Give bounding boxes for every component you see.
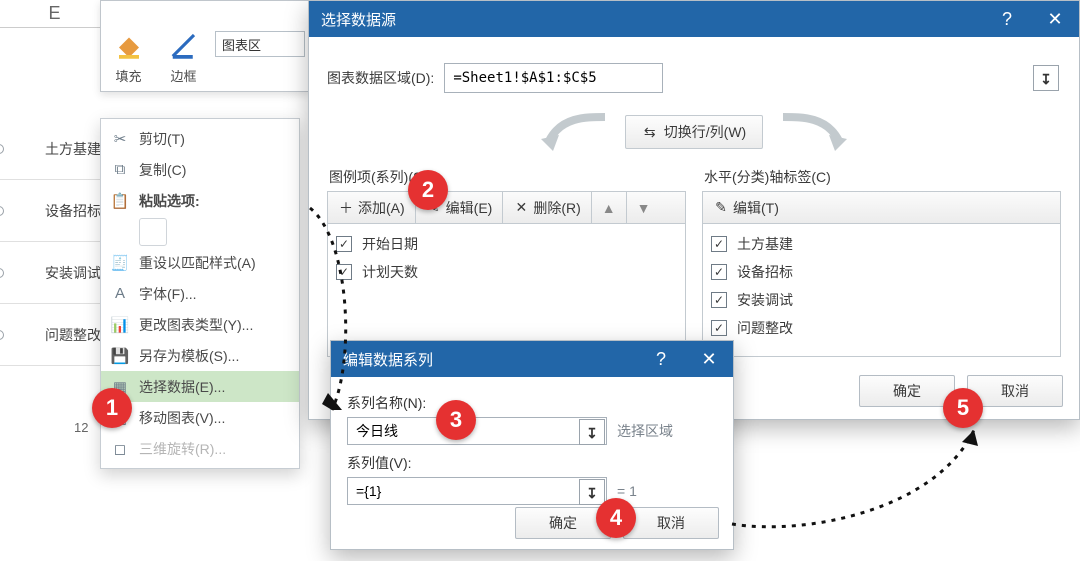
- row-number: 12: [74, 420, 88, 435]
- remove-icon: ✕: [513, 200, 529, 216]
- chart-area-dropdown[interactable]: 图表区: [215, 31, 305, 57]
- help-button[interactable]: ?: [637, 341, 685, 377]
- checkbox[interactable]: [336, 264, 352, 280]
- ctx-paste-options: 📋 粘贴选项:: [101, 185, 299, 216]
- dialog-titlebar[interactable]: 选择数据源 ? ✕: [309, 1, 1079, 37]
- chart-area-label: 图表区: [222, 35, 261, 54]
- checkbox[interactable]: [711, 264, 727, 280]
- cube-icon: ◻: [111, 440, 129, 458]
- border-button[interactable]: 边框: [156, 1, 211, 91]
- chevron-up-icon: ▲: [602, 200, 616, 216]
- series-toolbar: ＋添加(A) ✎编辑(E) ✕删除(R) ▲ ▼: [327, 191, 686, 223]
- clipboard-icon: 📋: [111, 192, 129, 210]
- ctx-paste-blank[interactable]: [101, 216, 299, 247]
- scissors-icon: ✂: [111, 130, 129, 148]
- ctx-reset-style[interactable]: 🧾 重设以匹配样式(A): [101, 247, 299, 278]
- save-icon: 💾: [111, 347, 129, 365]
- add-icon: ＋: [338, 200, 354, 216]
- series-column: 图例项(系列)(S) ＋添加(A) ✎编辑(E) ✕删除(R) ▲ ▼ 开始日期…: [327, 167, 686, 357]
- dialog-titlebar[interactable]: 编辑数据系列 ? ✕: [331, 341, 733, 377]
- category-edit-button[interactable]: ✎编辑(T): [703, 192, 789, 223]
- list-item[interactable]: 安装调试: [711, 286, 1052, 314]
- series-list[interactable]: 开始日期 计划天数: [327, 223, 686, 357]
- step-badge-4: 4: [596, 498, 636, 538]
- close-button[interactable]: ✕: [685, 341, 733, 377]
- range-collapse-button[interactable]: [1033, 65, 1059, 91]
- ctx-cut[interactable]: ✂ 剪切(T): [101, 123, 299, 154]
- es-cancel-button[interactable]: 取消: [623, 507, 719, 539]
- reset-icon: 🧾: [111, 254, 129, 272]
- chart-range-input[interactable]: [444, 63, 663, 93]
- ribbon-fragment: 填充 边框 图表区: [100, 0, 310, 92]
- fill-button[interactable]: 填充: [101, 1, 156, 91]
- list-item[interactable]: 设备招标: [711, 258, 1052, 286]
- curve-left-icon: [535, 111, 607, 153]
- list-item[interactable]: 开始日期: [336, 230, 677, 258]
- fill-label: 填充: [115, 66, 141, 85]
- swap-icon: ⇆: [642, 124, 658, 140]
- category-toolbar: ✎编辑(T): [702, 191, 1061, 223]
- dialog-title-text: 选择数据源: [321, 9, 396, 30]
- copy-icon: ⧉: [111, 161, 129, 179]
- range-label: 图表数据区域(D):: [327, 68, 434, 88]
- switch-row-col-label: 切换行/列(W): [664, 122, 746, 142]
- sheet-row[interactable]: 安装调试: [0, 242, 110, 304]
- series-value-hint: = 1: [617, 483, 637, 499]
- font-icon: A: [111, 285, 129, 303]
- sds-ok-button[interactable]: 确定: [859, 375, 955, 407]
- list-item[interactable]: 土方基建: [711, 230, 1052, 258]
- series-column-title: 图例项(系列)(S): [327, 167, 686, 187]
- ctx-change-chart-type[interactable]: 📊 更改图表类型(Y)...: [101, 309, 299, 340]
- sheet-row[interactable]: 问题整改: [0, 304, 110, 366]
- bucket-icon: [114, 30, 144, 60]
- list-item[interactable]: 问题整改: [711, 314, 1052, 342]
- series-add-button[interactable]: ＋添加(A): [328, 192, 416, 223]
- range-collapse-button[interactable]: [579, 479, 605, 505]
- pen-icon: [169, 30, 199, 60]
- ctx-select-data[interactable]: ▦ 选择数据(E)...: [101, 371, 299, 402]
- border-label: 边框: [170, 66, 196, 85]
- ctx-save-template[interactable]: 💾 另存为模板(S)...: [101, 340, 299, 371]
- edit-icon: ✎: [713, 200, 729, 216]
- category-column-title: 水平(分类)轴标签(C): [702, 167, 1061, 187]
- series-value-label: 系列值(V):: [347, 453, 717, 473]
- ctx-copy[interactable]: ⧉ 复制(C): [101, 154, 299, 185]
- paste-option-icon: [139, 218, 167, 246]
- checkbox[interactable]: [711, 320, 727, 336]
- list-item[interactable]: 计划天数: [336, 258, 677, 286]
- spreadsheet-strip: E 土方基建 设备招标 安装调试 问题整改: [0, 0, 110, 561]
- dialog-edit-series: 编辑数据系列 ? ✕ 系列名称(N): 选择区域 系列值(V): = 1 确定 …: [330, 340, 734, 550]
- checkbox[interactable]: [711, 292, 727, 308]
- close-button[interactable]: ✕: [1031, 1, 1079, 37]
- curve-right-icon: [781, 111, 853, 153]
- annotation-arrow: [726, 420, 986, 540]
- step-badge-3: 3: [436, 400, 476, 440]
- switch-row-col-button[interactable]: ⇆ 切换行/列(W): [625, 115, 763, 149]
- series-remove-button[interactable]: ✕删除(R): [503, 192, 591, 223]
- ctx-font[interactable]: A 字体(F)...: [101, 278, 299, 309]
- chevron-down-icon: ▼: [637, 200, 651, 216]
- step-badge-5: 5: [943, 388, 983, 428]
- sheet-row[interactable]: 设备招标: [0, 180, 110, 242]
- series-value-input[interactable]: [347, 477, 607, 505]
- series-move-down-button[interactable]: ▼: [627, 192, 661, 223]
- checkbox[interactable]: [711, 236, 727, 252]
- series-name-hint: 选择区域: [617, 421, 673, 441]
- range-collapse-button[interactable]: [579, 419, 605, 445]
- checkbox[interactable]: [336, 236, 352, 252]
- chart-type-icon: 📊: [111, 316, 129, 334]
- dialog-title-text: 编辑数据系列: [343, 349, 433, 370]
- series-move-up-button[interactable]: ▲: [592, 192, 627, 223]
- series-name-label: 系列名称(N):: [347, 393, 717, 413]
- sheet-row[interactable]: 土方基建: [0, 118, 110, 180]
- category-list[interactable]: 土方基建 设备招标 安装调试 问题整改: [702, 223, 1061, 357]
- step-badge-1: 1: [92, 388, 132, 428]
- series-name-input[interactable]: [347, 417, 607, 445]
- help-button[interactable]: ?: [983, 1, 1031, 37]
- category-column: 水平(分类)轴标签(C) ✎编辑(T) 土方基建 设备招标 安装调试 问题整改: [702, 167, 1061, 357]
- step-badge-2: 2: [408, 170, 448, 210]
- ctx-rotate-3d: ◻ 三维旋转(R)...: [101, 433, 299, 464]
- column-header[interactable]: E: [0, 0, 110, 28]
